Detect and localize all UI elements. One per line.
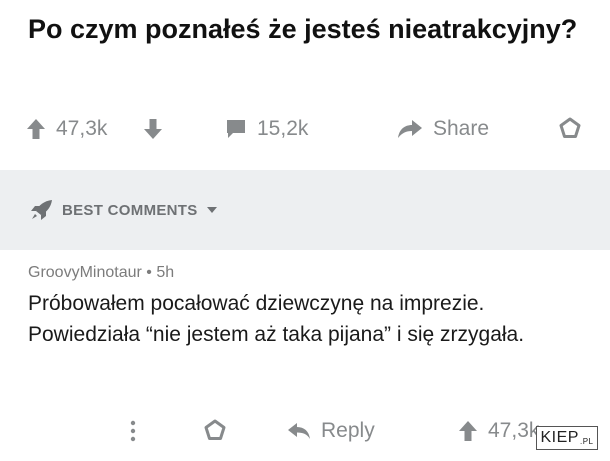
award-icon — [559, 117, 581, 138]
more-options-button[interactable] — [128, 412, 138, 450]
award-icon — [204, 419, 226, 440]
comment-upvote-count: 47,3k — [488, 419, 540, 442]
comment-bubble-icon — [227, 120, 245, 138]
reply-button[interactable]: Reply — [287, 412, 375, 450]
upvote-count: 47,3k — [56, 117, 108, 140]
upvote-button[interactable]: 47,3k — [26, 110, 107, 148]
arrow-down-icon — [144, 119, 162, 139]
watermark-suffix: .PL — [579, 436, 594, 446]
comment-actions-bar: Reply 47,3k — [0, 412, 610, 446]
watermark-text: KIEP — [540, 429, 579, 446]
comment-author[interactable]: GroovyMinotaur — [28, 264, 142, 281]
comment-upvote-button[interactable]: 47,3k — [458, 412, 539, 450]
sort-label: BEST COMMENTS — [62, 201, 198, 219]
share-button[interactable]: Share — [397, 110, 489, 148]
comment-meta: GroovyMinotaur • 5h — [28, 264, 174, 282]
share-label: Share — [433, 117, 490, 140]
post-title: Po czym poznałeś że jesteś nieatrakcyjny… — [28, 14, 578, 44]
caret-down-icon — [206, 207, 217, 213]
comment-age: 5h — [156, 264, 175, 281]
comment-body: Próbowałem pocałować dziewczynę na impre… — [28, 292, 525, 346]
reply-arrow-icon — [288, 423, 310, 439]
downvote-button[interactable] — [143, 110, 163, 148]
rocket-icon — [31, 200, 52, 220]
award-button[interactable] — [558, 110, 582, 148]
comment-award-button[interactable] — [203, 412, 227, 450]
comments-button[interactable]: 15,2k — [225, 110, 308, 148]
comment-count: 15,2k — [257, 117, 309, 140]
site-watermark: KIEP .PL — [536, 426, 598, 450]
share-arrow-icon — [398, 120, 422, 138]
post-actions-bar: 47,3k 15,2k Share — [0, 110, 610, 148]
arrow-up-icon — [27, 119, 45, 139]
arrow-up-icon — [459, 421, 477, 441]
meta-separator: • — [146, 264, 152, 281]
reply-label: Reply — [321, 419, 375, 442]
more-vertical-icon — [130, 420, 136, 442]
sort-dropdown[interactable]: BEST COMMENTS — [30, 196, 218, 224]
